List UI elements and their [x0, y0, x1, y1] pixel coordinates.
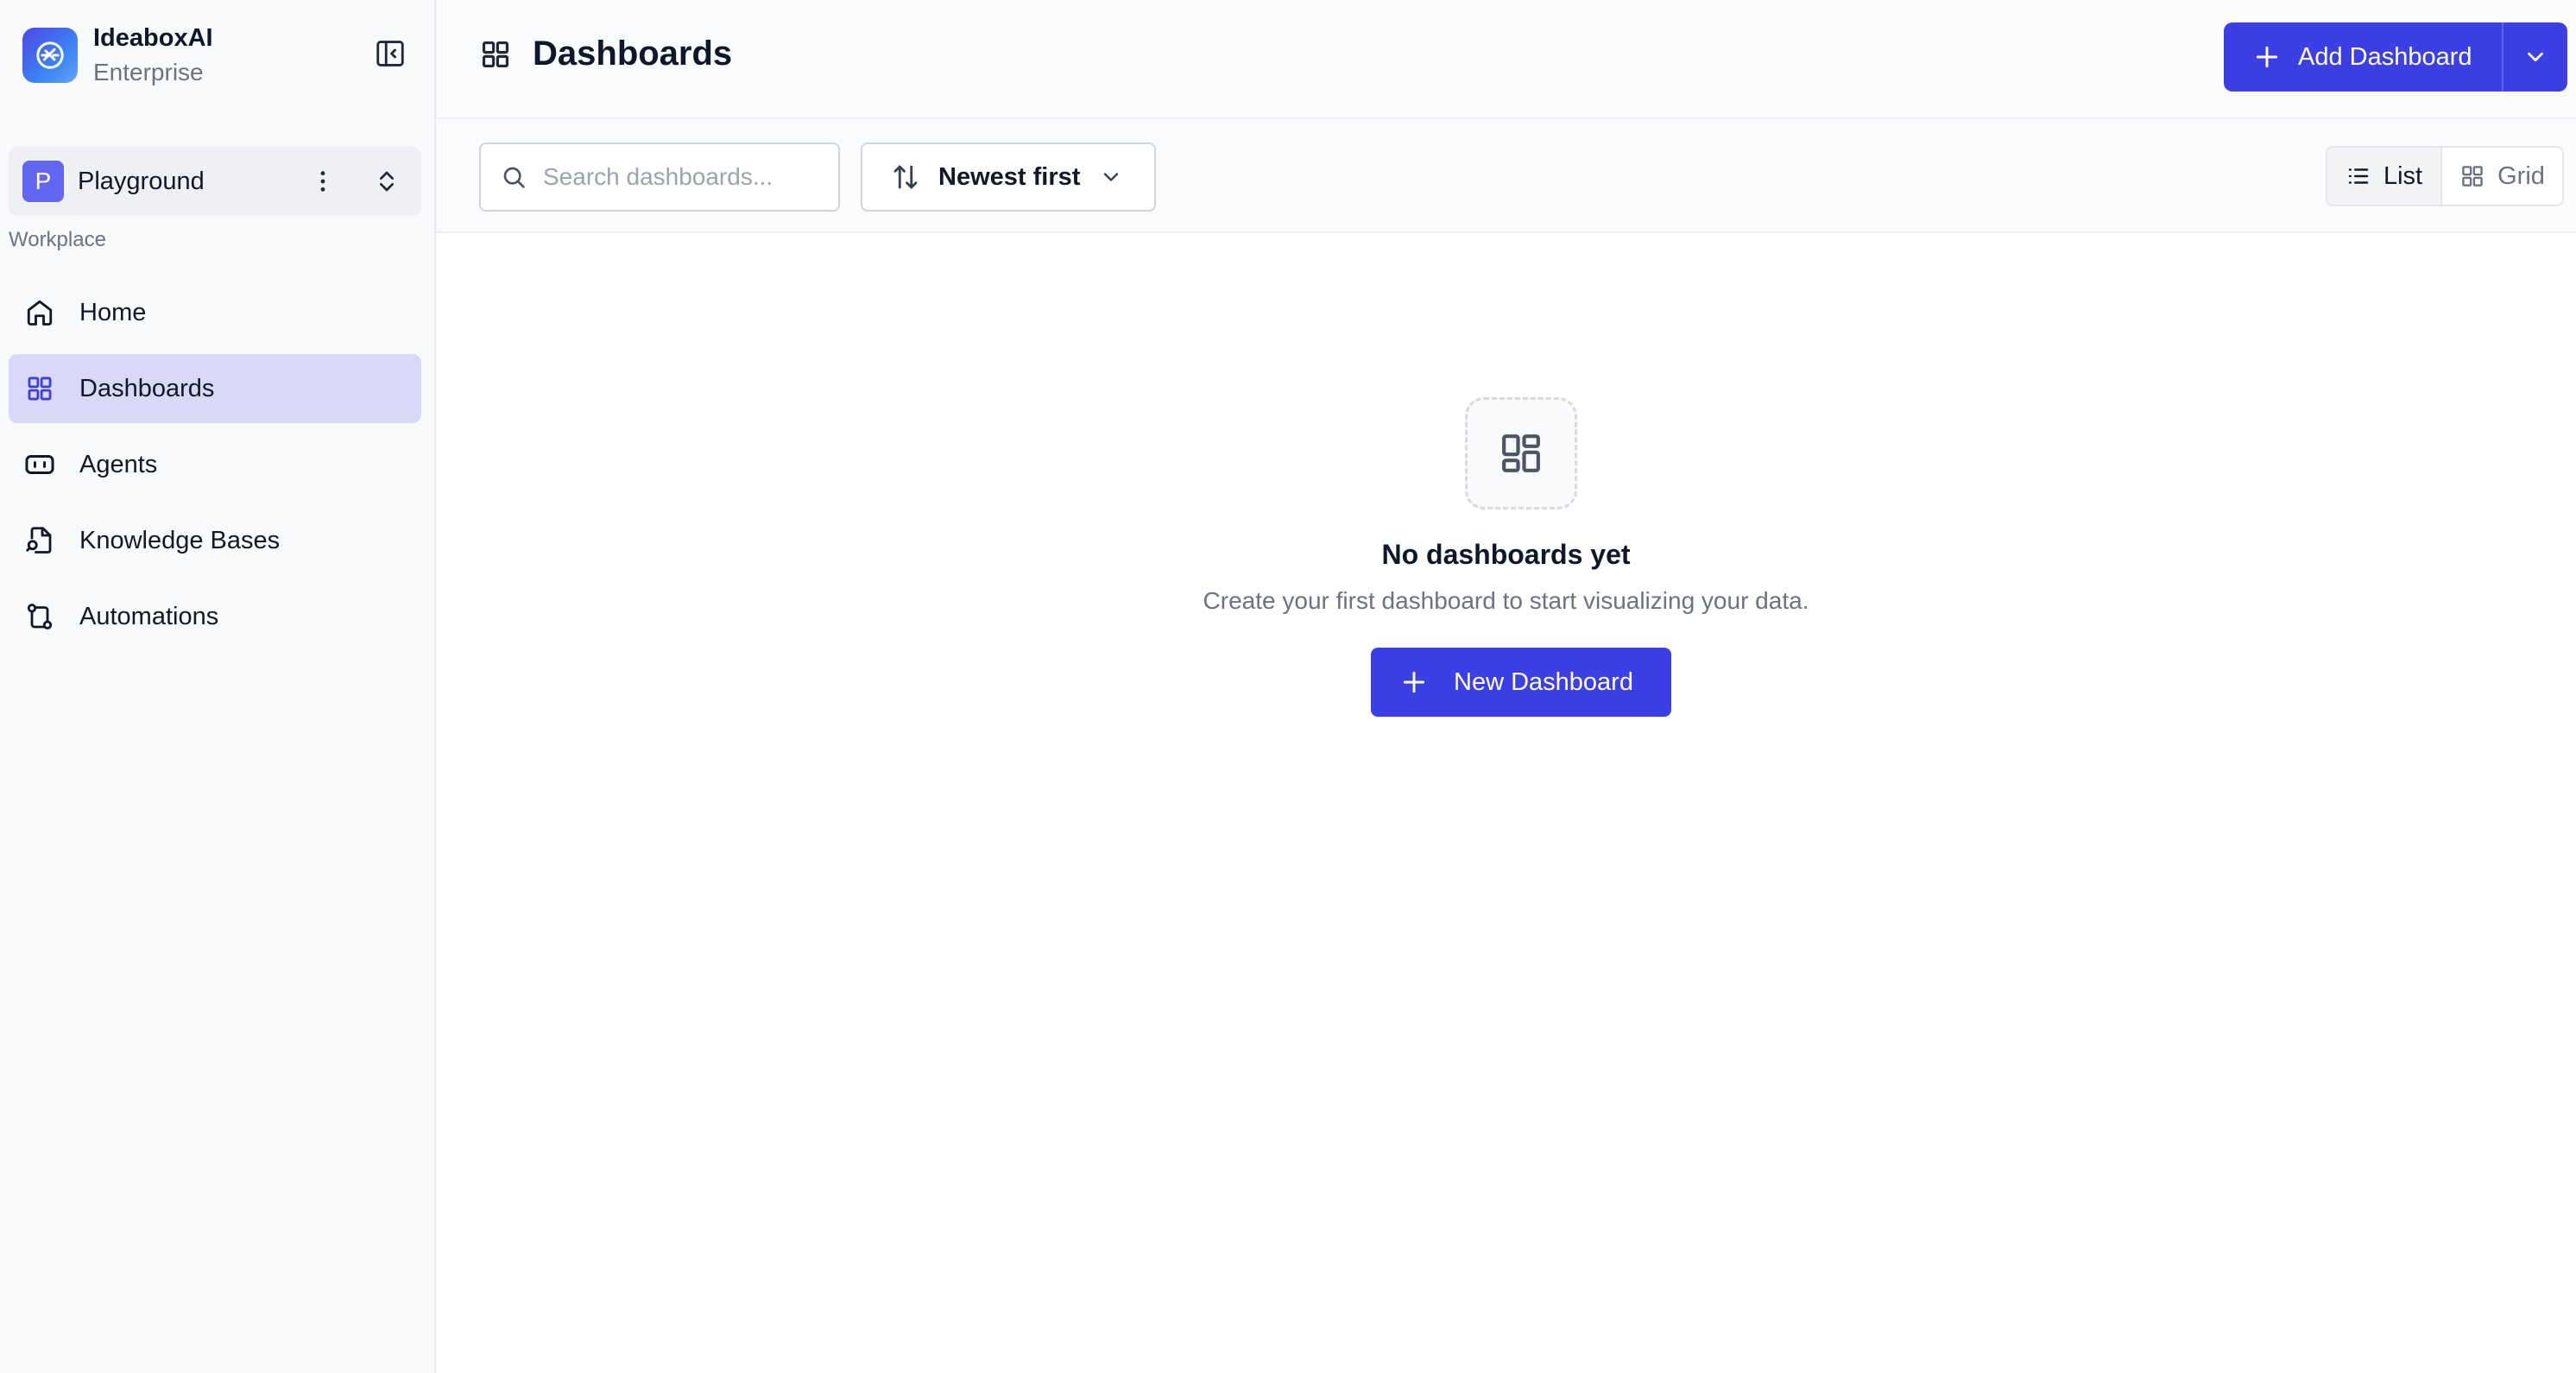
workspace-switch-button[interactable] [368, 162, 406, 200]
list-icon [2346, 163, 2371, 189]
sort-label: Newest first [938, 162, 1081, 191]
home-icon [22, 295, 57, 330]
empty-state-icon-box [1465, 397, 1577, 509]
page-header: Dashboards Add Dashboard [436, 0, 2576, 119]
dashboard-grid-icon [1497, 429, 1545, 478]
empty-state-description: Create your first dashboard to start vis… [1203, 587, 1809, 614]
add-dashboard-dropdown-button[interactable] [2503, 22, 2567, 92]
view-list-button[interactable]: List [2327, 148, 2443, 205]
sort-dropdown[interactable]: Newest first [861, 142, 1156, 212]
new-dashboard-button[interactable]: New Dashboard [1371, 648, 1671, 717]
view-list-label: List [2383, 161, 2423, 190]
dashboard-grid-icon [22, 371, 57, 406]
sidebar-collapse-button[interactable] [371, 35, 409, 73]
toolbar: Newest first [436, 119, 2576, 233]
sidebar-item-knowledge-bases[interactable]: Knowledge Bases [9, 506, 421, 575]
view-grid-button[interactable]: Grid [2442, 148, 2562, 205]
sidebar: IdeaboxAI Enterprise P Playground Workpl… [0, 0, 436, 1373]
agent-icon [22, 447, 57, 482]
workspace-more-button[interactable] [304, 162, 342, 200]
view-toggle: List Grid [2326, 146, 2564, 206]
search-input[interactable] [543, 163, 828, 191]
chevron-up-down-icon [373, 168, 401, 195]
brand-name: IdeaboxAI [93, 24, 213, 52]
sidebar-item-dashboards[interactable]: Dashboards [9, 354, 421, 423]
grid-icon [2459, 163, 2485, 189]
sidebar-nav: Home Dashboards Agents Knowledge Bases A… [9, 278, 421, 658]
dashboard-grid-icon [479, 38, 512, 71]
sort-arrows-icon [890, 161, 921, 193]
workspace-name: Playground [78, 167, 205, 195]
new-dashboard-label: New Dashboard [1454, 668, 1633, 696]
workspace-switcher[interactable]: P Playground [9, 147, 421, 216]
empty-state-title: No dashboards yet [1381, 539, 1631, 570]
sidebar-item-automations[interactable]: Automations [9, 582, 421, 651]
chevron-down-icon [1099, 165, 1123, 189]
search-box [479, 142, 840, 212]
workflow-icon [22, 599, 57, 634]
sidebar-item-label: Knowledge Bases [79, 526, 281, 554]
search-icon [500, 163, 527, 191]
sidebar-item-agents[interactable]: Agents [9, 430, 421, 499]
sidebar-item-label: Dashboards [79, 374, 215, 402]
add-dashboard-label: Add Dashboard [2298, 42, 2472, 71]
sidebar-item-home[interactable]: Home [9, 278, 421, 347]
workspace-avatar: P [22, 161, 64, 202]
section-label-workplace: Workplace [9, 228, 106, 251]
brand: IdeaboxAI Enterprise [22, 22, 213, 88]
page-title: Dashboards [533, 35, 733, 73]
plus-icon [2253, 43, 2281, 71]
sidebar-item-label: Agents [79, 450, 158, 478]
brand-plan: Enterprise [93, 59, 204, 85]
more-vertical-icon [309, 168, 337, 195]
panel-collapse-icon [374, 37, 407, 70]
ideabox-logo-icon [22, 28, 78, 83]
view-grid-label: Grid [2497, 161, 2545, 190]
file-search-icon [22, 523, 57, 558]
add-dashboard-button[interactable]: Add Dashboard [2224, 22, 2502, 92]
sidebar-item-label: Automations [79, 602, 219, 630]
main-content: Dashboards Add Dashboard Search dashboar… [436, 0, 2576, 1373]
plus-icon [1400, 668, 1428, 696]
chevron-down-icon [2522, 44, 2548, 70]
sidebar-item-label: Home [79, 298, 147, 326]
add-dashboard-split-button: Add Dashboard [2224, 22, 2567, 92]
